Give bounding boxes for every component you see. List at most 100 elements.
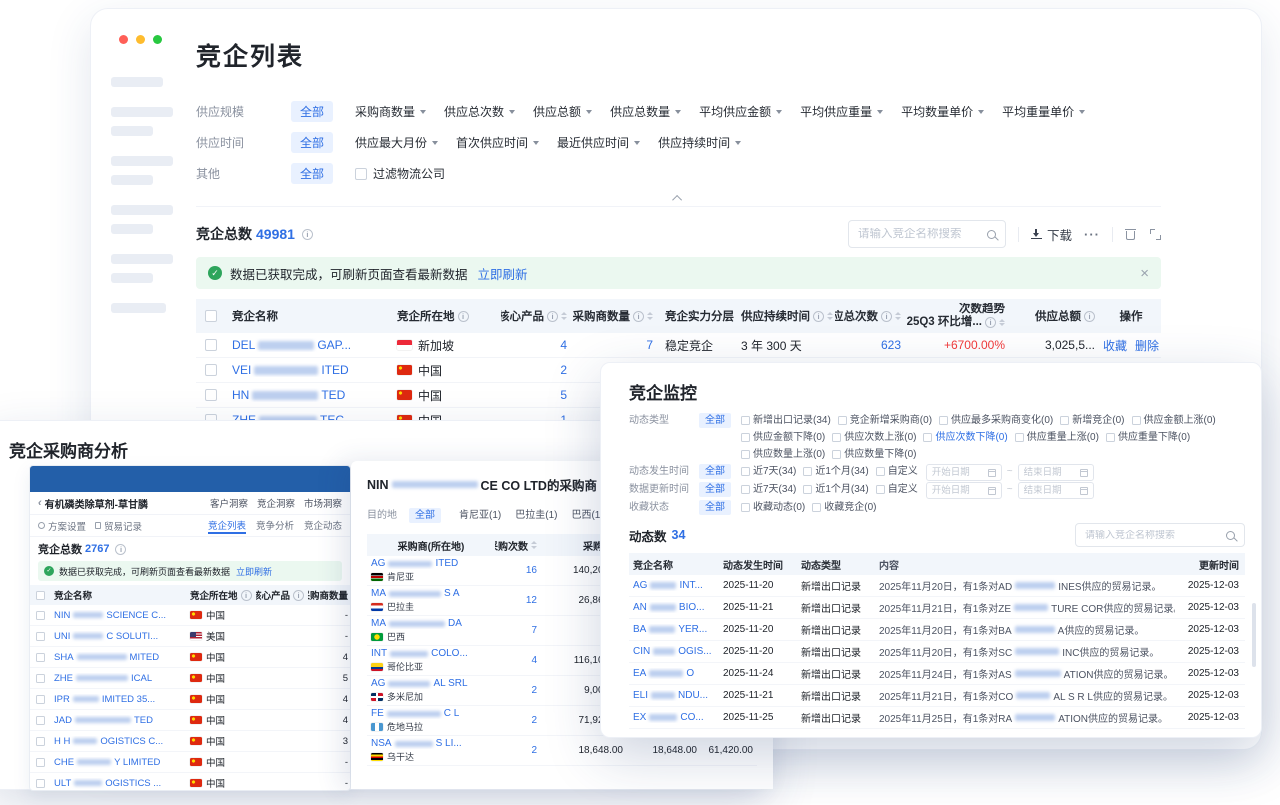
info-icon[interactable] [633,311,644,322]
info-icon[interactable] [813,311,824,322]
end-date-input[interactable]: 结束日期 [1018,482,1094,499]
checkbox[interactable] [838,416,847,425]
purchaser-name-link[interactable]: AGAL SRL [371,678,468,689]
filter-checkbox-item[interactable]: 新增出口记录(34) [741,412,831,429]
window-close-button[interactable] [119,35,128,44]
purchase-times-link[interactable]: 12 [526,595,537,606]
checkbox[interactable] [1060,416,1069,425]
table-row[interactable]: ELINDU... 2025-11-21 新增出口记录 2025年11月21日，… [629,685,1245,707]
filter-checkbox-item[interactable]: 竞企新增采购商(0) [838,412,932,429]
checkbox[interactable] [876,485,885,494]
sort-icon[interactable] [999,319,1005,327]
app-tab[interactable]: 市场洞察 [304,496,342,510]
table-row[interactable]: CINOGIS... 2025-11-20 新增出口记录 2025年11月20日… [629,641,1245,663]
window-minimize-button[interactable] [136,35,145,44]
table-row[interactable]: EXCO... 2025-11-25 新增出口记录 2025年11月25日，有1… [629,707,1245,729]
col-header-duration[interactable]: 供应持续时间 [735,308,835,324]
monitor-search[interactable] [1075,523,1245,547]
destination-item[interactable]: 巴西(1) [571,507,603,524]
buyer-count-link[interactable]: 7 [646,338,653,352]
competitor-name-link[interactable]: EXCO... [633,712,704,723]
row-checkbox[interactable] [205,364,217,376]
filter-dropdown[interactable]: 供应最大月份 [355,134,438,151]
sort-icon[interactable] [647,312,653,320]
competitor-name-link[interactable]: SHAMITED [54,652,159,663]
col-header-trend[interactable]: 次数趋势 2025Q3 环比增... [907,303,1011,329]
col-header-buyers[interactable]: 采购商数量 [573,308,659,324]
start-date-input[interactable]: 开始日期 [926,464,1002,481]
filter-all-chip[interactable]: 全部 [699,464,731,479]
row-checkbox[interactable] [205,339,217,351]
filter-dropdown[interactable]: 供应持续时间 [658,134,741,151]
competitor-name-link[interactable]: ZHEICAL [54,673,152,684]
search-input[interactable] [858,228,981,240]
filter-all-chip[interactable]: 全部 [291,132,333,153]
filter-logistics-checkbox[interactable]: 过滤物流公司 [355,165,445,182]
checkbox[interactable] [1106,433,1115,442]
more-button[interactable]: ··· [1084,227,1100,242]
col-header-product[interactable]: 核心产品 [501,308,573,324]
menu-item-records[interactable]: 贸易记录 [95,519,142,533]
refresh-link[interactable]: 立即刷新 [236,565,272,578]
competitor-name-link[interactable]: BAYER... [633,624,707,635]
row-checkbox[interactable] [36,695,45,704]
filter-checkbox-item[interactable]: 供应数量上涨(0) [741,446,825,463]
search-input[interactable] [1085,530,1220,541]
competitor-name-link[interactable]: CHEY LIMITED [54,757,160,768]
table-row[interactable]: H HOGISTICS C... 中国 3 [30,731,350,752]
checkbox[interactable] [832,433,841,442]
info-icon[interactable] [881,311,892,322]
filter-checkbox-item[interactable]: 供应重量上涨(0) [1015,429,1099,446]
sort-icon[interactable] [895,312,901,320]
col-header-tier[interactable]: 竞企实力分层 [659,308,735,324]
menu-item-settings[interactable]: 方案设置 [38,519,86,533]
row-checkbox[interactable] [36,674,45,683]
filter-dropdown[interactable]: 平均重量单价 [1002,103,1085,120]
sort-icon[interactable] [531,541,537,549]
filter-checkbox-item[interactable]: 供应金额下降(0) [741,429,825,446]
col-header-location[interactable]: 竞企所在地 [391,308,501,324]
purchase-times-link[interactable]: 16 [526,565,537,576]
row-checkbox[interactable] [36,758,45,767]
filter-checkbox-item[interactable]: 供应次数下降(0) [923,429,1007,446]
filter-checkbox-item[interactable]: 供应金额上涨(0) [1132,412,1216,429]
table-row[interactable]: AGINT... 2025-11-20 新增出口记录 2025年11月20日，有… [629,575,1245,597]
table-row[interactable]: NINSCIENCE C... 中国 - [30,605,350,626]
filter-all-chip[interactable]: 全部 [699,413,731,428]
competitor-name-link[interactable]: EAO [633,668,694,679]
competitor-name-link[interactable]: JADTED [54,715,153,726]
purchaser-name-link[interactable]: INTCOLO... [371,648,468,659]
purchaser-name-link[interactable]: FEC L [371,708,459,719]
filter-option[interactable]: 自定义 [876,481,918,498]
purchaser-name-link[interactable]: AGITED [371,558,458,569]
destination-item[interactable]: 巴拉圭(1) [515,507,557,524]
purchase-times-link[interactable]: 2 [531,715,537,726]
row-checkbox[interactable] [36,737,45,746]
checkbox[interactable] [803,467,812,476]
app-subtab[interactable]: 竞争分析 [256,518,294,534]
col-header-times[interactable]: 供应总次数 [835,308,907,324]
purchase-times-link[interactable]: 7 [531,625,537,636]
breadcrumb[interactable]: 有机磷类除草剂-草甘膦 [38,496,148,511]
checkbox[interactable] [803,485,812,494]
app-tab[interactable]: 竞企洞察 [257,496,295,510]
filter-checkbox-item[interactable]: 供应重量下降(0) [1106,429,1190,446]
checkbox[interactable] [1015,433,1024,442]
competitor-name-link[interactable]: CINOGIS... [633,646,712,657]
competitor-name-link[interactable]: NINSCIENCE C... [54,610,166,621]
competitor-name-link[interactable]: ELINDU... [633,690,708,701]
competitor-name-link[interactable]: HNTED [232,388,345,402]
info-icon[interactable] [115,544,126,555]
destination-item[interactable]: 肯尼亚(1) [459,507,501,524]
sort-icon[interactable] [827,312,833,320]
select-all-checkbox[interactable] [205,310,217,322]
checkbox[interactable] [355,168,367,180]
filter-all-chip[interactable]: 全部 [699,500,731,515]
col-header-times[interactable]: 采购次数 [495,538,541,553]
row-checkbox[interactable] [205,389,217,401]
col-header-total[interactable]: 供应总额 [1011,308,1101,324]
purchaser-name-link[interactable]: MAS A [371,588,460,599]
purchaser-name-link[interactable]: NSAS LI... [371,738,462,749]
filter-option[interactable]: 近1个月(34) [803,481,868,498]
table-row[interactable]: ULTOGISTICS ... 中国 - [30,773,350,791]
